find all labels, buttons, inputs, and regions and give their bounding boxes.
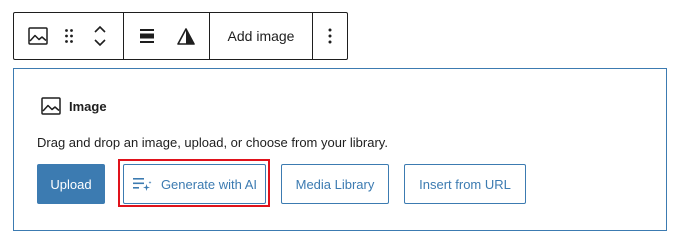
upload-button[interactable]: Upload bbox=[37, 164, 105, 204]
move-up-down-icon bbox=[94, 25, 106, 47]
toolbar-group-format bbox=[124, 13, 210, 59]
duotone-icon bbox=[177, 27, 195, 45]
add-image-label: Add image bbox=[227, 28, 295, 44]
image-icon bbox=[41, 97, 61, 115]
move-up-down-button[interactable] bbox=[77, 13, 123, 59]
more-options-button[interactable] bbox=[313, 13, 347, 59]
image-block-placeholder: Image Drag and drop an image, upload, or… bbox=[13, 68, 667, 231]
placeholder-header: Image bbox=[41, 97, 107, 115]
insert-from-url-button[interactable]: Insert from URL bbox=[404, 164, 526, 204]
toolbar-group-block bbox=[14, 13, 124, 59]
align-button[interactable] bbox=[124, 13, 170, 59]
add-image-button[interactable]: Add image bbox=[210, 13, 313, 59]
align-icon bbox=[140, 29, 154, 43]
block-toolbar: Add image bbox=[13, 12, 348, 60]
drag-handle-icon bbox=[65, 29, 74, 43]
block-title: Image bbox=[69, 98, 107, 114]
placeholder-actions: Upload Generate with AI Media Library In… bbox=[14, 159, 666, 207]
block-type-button[interactable] bbox=[14, 13, 62, 59]
highlight-box bbox=[118, 159, 270, 207]
media-library-button[interactable]: Media Library bbox=[281, 164, 389, 204]
image-icon bbox=[28, 27, 48, 45]
vertical-ellipsis-icon bbox=[328, 28, 332, 44]
duotone-button[interactable] bbox=[170, 13, 202, 59]
drag-handle-button[interactable] bbox=[62, 13, 78, 59]
placeholder-instructions: Drag and drop an image, upload, or choos… bbox=[37, 135, 388, 150]
